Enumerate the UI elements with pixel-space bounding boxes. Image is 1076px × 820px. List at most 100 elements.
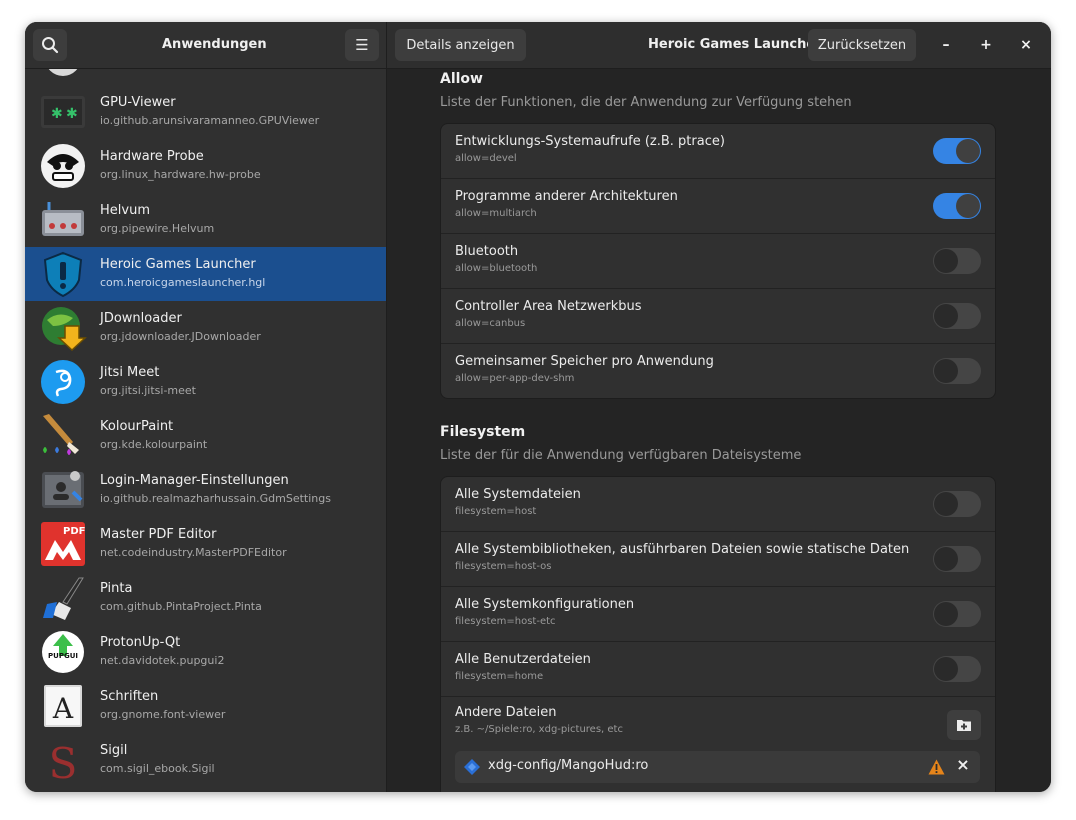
maximize-icon: +	[980, 37, 992, 53]
entry-text: xdg-config/MangoHud:ro	[488, 758, 649, 773]
allow-card: Entwicklungs-Systemaufrufe (z.B. ptrace)…	[440, 123, 996, 399]
row-subtitle: filesystem=host-os	[455, 561, 552, 572]
permission-row[interactable]: Bluetooth allow=bluetooth	[441, 233, 995, 288]
list-item[interactable]: A Schriften org.gnome.font-viewer	[25, 679, 386, 733]
permission-row[interactable]: Alle Systemdateien filesystem=host	[441, 477, 995, 531]
diamond-icon	[464, 759, 480, 775]
multiarch-toggle[interactable]	[933, 193, 981, 219]
page-title: Heroic Games Launcher	[648, 37, 822, 52]
folder-add-icon	[957, 720, 971, 731]
app-id: org.linux_hardware.hw-probe	[100, 168, 261, 181]
permission-row[interactable]: Controller Area Netzwerkbus allow=canbus	[441, 288, 995, 343]
row-subtitle: filesystem=host	[455, 506, 537, 517]
main-panel: Details anzeigen Heroic Games Launcher Z…	[387, 22, 1051, 792]
sidebar: Anwendungen ☰ ✱ ✱ GPU-Viewer io.github.ar…	[25, 22, 387, 792]
main-menu-button[interactable]: ☰	[345, 29, 379, 61]
row-title: Alle Benutzerdateien	[455, 652, 591, 667]
row-subtitle: filesystem=home	[455, 671, 544, 682]
app-name: Heroic Games Launcher	[100, 257, 256, 272]
section-subtitle-allow: Liste der Funktionen, die der Anwendung …	[440, 95, 852, 110]
section-subtitle-filesystem: Liste der für die Anwendung verfügbaren …	[440, 448, 802, 463]
toggle-knob	[934, 249, 958, 273]
filesystem-entry[interactable]: xdg-config/MangoHud:ro ×	[455, 751, 980, 783]
list-item[interactable]: ✱ ✱ GPU-Viewer io.github.arunsivaramanneo…	[25, 85, 386, 139]
list-item[interactable]: KolourPaint org.kde.kolourpaint	[25, 409, 386, 463]
app-name: Sigil	[100, 743, 128, 758]
list-item[interactable]: Helvum org.pipewire.Helvum	[25, 193, 386, 247]
list-item[interactable]: JDownloader org.jdownloader.JDownloader	[25, 301, 386, 355]
row-subtitle: z.B. ~/Spiele:ro, xdg-pictures, etc	[455, 724, 623, 735]
permission-row[interactable]: Entwicklungs-Systemaufrufe (z.B. ptrace)…	[441, 124, 995, 178]
app-id: com.github.PintaProject.Pinta	[100, 600, 262, 613]
app-name: ProtonUp-Qt	[100, 635, 181, 650]
protonup-icon: PUPGUI	[42, 631, 84, 673]
sigil-icon: S	[49, 739, 78, 784]
main-headerbar: Details anzeigen Heroic Games Launcher Z…	[387, 22, 1051, 69]
minimize-button[interactable]: –	[934, 33, 958, 57]
app-list[interactable]: ✱ ✱ GPU-Viewer io.github.arunsivaramanneo…	[25, 69, 386, 792]
reset-button[interactable]: Zurücksetzen	[808, 29, 916, 61]
warning-icon[interactable]	[928, 759, 945, 775]
list-item[interactable]	[25, 69, 386, 85]
jdownloader-icon	[42, 307, 87, 352]
list-item[interactable]: S Sigil com.sigil_ebook.Sigil	[25, 733, 386, 787]
list-item-selected[interactable]: Heroic Games Launcher com.heroicgameslau…	[25, 247, 386, 301]
list-item[interactable]: Hardware Probe org.linux_hardware.hw-pro…	[25, 139, 386, 193]
host-toggle[interactable]	[933, 491, 981, 517]
row-subtitle: filesystem=host-etc	[455, 616, 556, 627]
permission-row[interactable]: Alle Systemkonfigurationen filesystem=ho…	[441, 586, 995, 641]
list-item[interactable]: PDF Master PDF Editor net.codeindustry.M…	[25, 517, 386, 571]
permission-row[interactable]: Alle Systembibliotheken, ausführbaren Da…	[441, 531, 995, 586]
sidebar-headerbar: Anwendungen ☰	[25, 22, 386, 69]
remove-entry-button[interactable]: ×	[954, 755, 972, 777]
home-toggle[interactable]	[933, 656, 981, 682]
row-subtitle: allow=canbus	[455, 318, 526, 329]
hardware-probe-icon	[41, 144, 85, 188]
list-item[interactable]: Pinta com.github.PintaProject.Pinta	[25, 571, 386, 625]
row-title: Alle Systemdateien	[455, 487, 581, 502]
gpu-viewer-icon: ✱ ✱	[41, 96, 85, 128]
master-pdf-icon: PDF	[41, 522, 85, 566]
app-id: org.jdownloader.JDownloader	[100, 330, 261, 343]
toggle-knob	[934, 657, 958, 681]
list-item[interactable]: PUPGUI ProtonUp-Qt net.davidotek.pupgui2	[25, 625, 386, 679]
maximize-button[interactable]: +	[974, 33, 998, 57]
row-title: Gemeinsamer Speicher pro Anwendung	[455, 354, 714, 369]
row-subtitle: allow=bluetooth	[455, 263, 538, 274]
login-manager-icon	[42, 471, 84, 508]
permission-row[interactable]: Gemeinsamer Speicher pro Anwendung allow…	[441, 343, 995, 398]
host-etc-toggle[interactable]	[933, 601, 981, 627]
permissions-content[interactable]: Allow Liste der Funktionen, die der Anwe…	[387, 69, 1051, 792]
svg-text:✱: ✱	[51, 106, 63, 122]
search-button[interactable]	[33, 29, 67, 61]
permission-row[interactable]: Alle Benutzerdateien filesystem=home	[441, 641, 995, 696]
app-name: JDownloader	[100, 311, 182, 326]
svg-text:PUPGUI: PUPGUI	[48, 652, 78, 660]
per-app-dev-shm-toggle[interactable]	[933, 358, 981, 384]
list-item[interactable]: Login-Manager-Einstellungen io.github.re…	[25, 463, 386, 517]
details-button[interactable]: Details anzeigen	[395, 29, 526, 61]
search-icon	[42, 37, 59, 54]
add-file-button[interactable]	[947, 710, 981, 740]
toggle-knob	[956, 194, 980, 218]
toggle-knob	[934, 304, 958, 328]
row-subtitle: allow=per-app-dev-shm	[455, 373, 575, 384]
close-window-button[interactable]: ×	[1014, 33, 1038, 57]
sidebar-title: Anwendungen	[162, 37, 267, 52]
row-subtitle: allow=multiarch	[455, 208, 537, 219]
row-title: Entwicklungs-Systemaufrufe (z.B. ptrace)	[455, 134, 725, 149]
toggle-knob	[934, 359, 958, 383]
row-title: Andere Dateien	[455, 705, 557, 720]
app-name: GPU-Viewer	[100, 95, 176, 110]
host-os-toggle[interactable]	[933, 546, 981, 572]
app-id: io.github.arunsivaramanneo.GPUViewer	[100, 114, 320, 127]
devel-toggle[interactable]	[933, 138, 981, 164]
canbus-toggle[interactable]	[933, 303, 981, 329]
permission-row[interactable]: Programme anderer Architekturen allow=mu…	[441, 178, 995, 233]
svg-text:A: A	[52, 692, 74, 725]
list-item[interactable]: Jitsi Meet org.jitsi.jitsi-meet	[25, 355, 386, 409]
bluetooth-toggle[interactable]	[933, 248, 981, 274]
app-id: org.kde.kolourpaint	[100, 438, 208, 451]
app-id: com.heroicgameslauncher.hgl	[100, 276, 266, 289]
section-title-filesystem: Filesystem	[440, 424, 526, 440]
